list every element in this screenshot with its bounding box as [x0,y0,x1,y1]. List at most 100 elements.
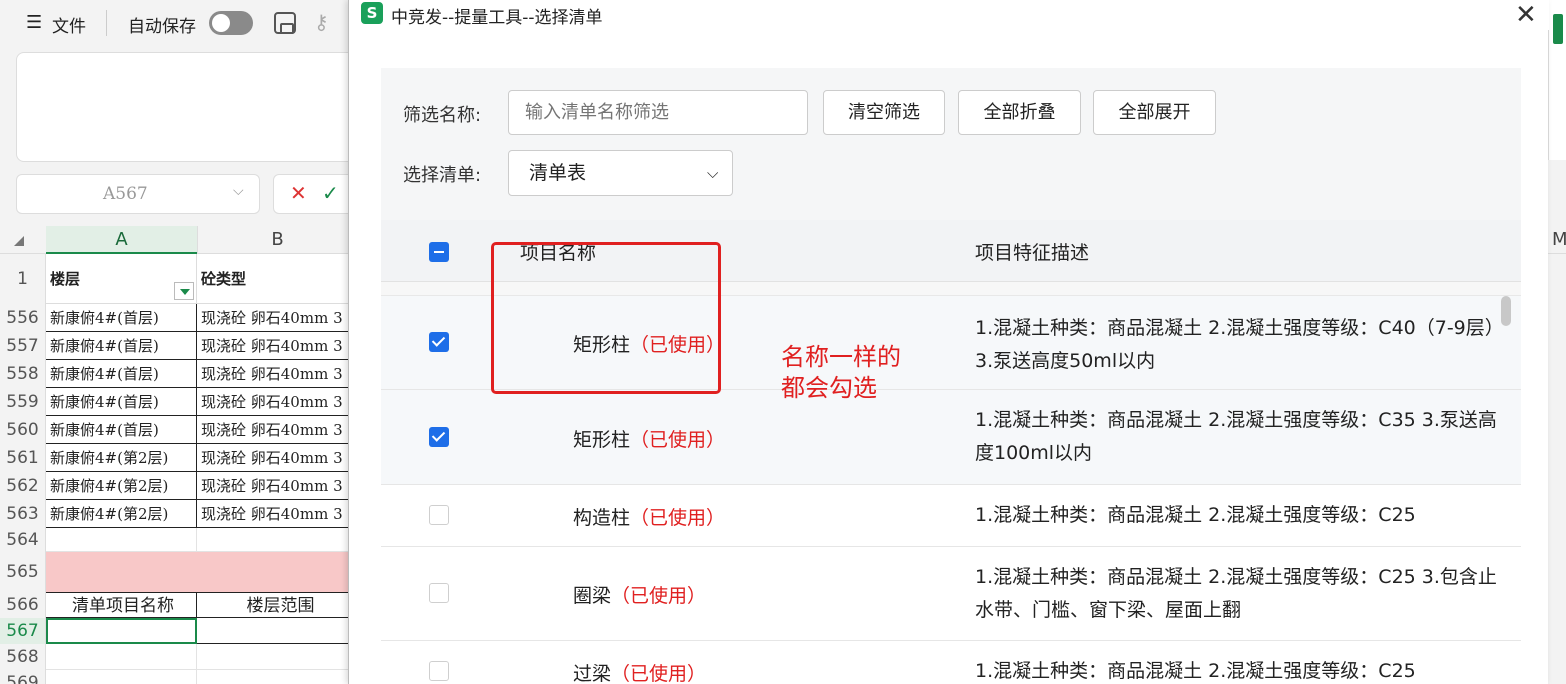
row-number[interactable]: 567 [0,618,46,644]
cell[interactable]: 现浇砼 卵石40mm 3 [197,472,360,500]
cell[interactable] [46,670,197,684]
row-number[interactable]: 564 [0,528,46,552]
list-select[interactable]: 清单表 ⌵ [508,150,733,196]
autosave-toggle[interactable] [209,11,253,35]
item-description: 1.混凝土种类：商品混凝土 2.混凝土强度等级：C35 3.泵送高度100ml以… [975,409,1497,464]
item-name: 圈梁（已使用） [573,585,707,607]
row-number[interactable]: 565 [0,552,46,592]
row-number[interactable]: 560 [0,416,46,444]
cell[interactable] [46,644,197,670]
cell[interactable]: 砼类型 [197,254,360,304]
select-all-checkbox[interactable] [429,242,449,262]
cell[interactable]: 清单项目名称 [46,592,197,618]
cell[interactable] [197,618,360,644]
table-row: 556 新康俯4#(首层) 现浇砼 卵石40mm 3 [0,304,360,332]
cell[interactable] [197,528,360,552]
scrollbar-thumb[interactable] [1501,296,1511,326]
clear-filter-button[interactable]: 清空筛选 [823,90,945,135]
cell[interactable]: 新康俯4#(第2层) [46,500,197,528]
app-icon: S [361,2,383,24]
annotation-highlight-box [491,242,721,394]
table-row[interactable]: 构造柱（已使用） 1.混凝土种类：商品混凝土 2.混凝土强度等级：C25 [381,485,1521,547]
chevron-down-icon[interactable]: ⌵ [233,183,244,199]
table-row: 563 新康俯4#(第2层) 现浇砼 卵石40mm 3 [0,500,360,528]
used-tag: （已使用） [630,429,726,451]
cell[interactable]: 现浇砼 卵石40mm 3 [197,416,360,444]
cell[interactable] [46,528,197,552]
row-checkbox[interactable] [429,332,449,352]
table-row[interactable]: 矩形柱（已使用） 1.混凝土种类：商品混凝土 2.混凝土强度等级：C35 3.泵… [381,390,1521,485]
row-number[interactable]: 1 [0,254,46,304]
row-checkbox[interactable] [429,505,449,525]
row-number[interactable]: 569 [0,670,46,684]
cancel-icon[interactable]: ✕ [290,181,307,205]
used-tag: （已使用） [611,663,707,684]
row-checkbox[interactable] [429,427,449,447]
confirm-icon[interactable]: ✓ [322,181,339,205]
table-row: 557 新康俯4#(首层) 现浇砼 卵石40mm 3 [0,332,360,360]
cell[interactable]: 现浇砼 卵石40mm 3 [197,444,360,472]
table-row: 562 新康俯4#(第2层) 现浇砼 卵石40mm 3 [0,472,360,500]
row-number[interactable]: 568 [0,644,46,670]
table-row: 564 [0,528,360,552]
chevron-down-icon: ⌵ [707,164,719,182]
item-description: 1.混凝土种类：商品混凝土 2.混凝土强度等级：C40（7-9层） 3.泵送高度… [975,317,1504,372]
select-label: 选择清单: [403,165,482,186]
table-row: 560 新康俯4#(首层) 现浇砼 卵石40mm 3 [0,416,360,444]
menu-icon[interactable]: ☰ [26,12,42,33]
filter-input[interactable] [508,90,808,135]
file-menu[interactable]: 文件 [52,12,86,37]
row-number[interactable]: 559 [0,388,46,416]
row-number[interactable]: 566 [0,592,46,618]
row-number[interactable]: 556 [0,304,46,332]
cell[interactable]: 新康俯4#(第2层) [46,472,197,500]
table-row: 568 [0,644,360,670]
row-checkbox[interactable] [429,583,449,603]
table-row: 569 [0,670,360,684]
item-description: 1.混凝土种类：商品混凝土 2.混凝土强度等级：C25 3.包含止水带、门槛、窗… [975,566,1497,621]
cell[interactable]: 新康俯4#(首层) [46,332,197,360]
close-icon[interactable]: ✕ [1515,0,1537,30]
cell[interactable]: 现浇砼 卵石40mm 3 [197,500,360,528]
name-box[interactable]: A567 ⌵ [16,174,260,214]
item-name: 构造柱（已使用） [573,507,726,529]
cell[interactable]: 新康俯4#(首层) [46,304,197,332]
table-row[interactable]: 圈梁（已使用） 1.混凝土种类：商品混凝土 2.混凝土强度等级：C25 3.包含… [381,547,1521,641]
sheet-icon[interactable] [1553,14,1563,44]
cell[interactable]: 现浇砼 卵石40mm 3 [197,304,360,332]
row-number[interactable]: 561 [0,444,46,472]
table-row[interactable]: 过梁（已使用） 1.混凝土种类：商品混凝土 2.混凝土强度等级：C25 [381,641,1521,684]
row-number[interactable]: 558 [0,360,46,388]
save-icon[interactable] [274,12,296,34]
collapse-all-button[interactable]: 全部折叠 [958,90,1081,135]
select-all-corner[interactable] [14,236,24,246]
expand-all-button[interactable]: 全部展开 [1093,90,1216,135]
column-header-b[interactable]: B [197,226,357,254]
cell[interactable]: 新康俯4#(首层) [46,360,197,388]
row-number[interactable]: 563 [0,500,46,528]
cell[interactable]: 新康俯4#(首层) [46,388,197,416]
formula-editor[interactable] [16,52,356,162]
cell[interactable] [197,670,360,684]
cell[interactable]: 现浇砼 卵石40mm 3 [197,388,360,416]
column-header-m[interactable]: M [1552,226,1566,254]
cell[interactable]: 楼层范围 [197,592,360,618]
toggle-knob [212,14,230,32]
item-description: 1.混凝土种类：商品混凝土 2.混凝土强度等级：C25 [975,504,1416,526]
filter-dropdown-icon[interactable] [174,282,194,300]
cell[interactable]: 现浇砼 卵石40mm 3 [197,360,360,388]
row-checkbox[interactable] [429,661,449,681]
row-number[interactable]: 557 [0,332,46,360]
key-icon[interactable]: ⚷ [314,10,329,34]
column-header-a[interactable]: A [46,226,197,254]
cell[interactable]: 新康俯4#(第2层) [46,444,197,472]
row-number[interactable]: 562 [0,472,46,500]
cell[interactable]: 新康俯4#(首层) [46,416,197,444]
cell[interactable] [197,644,360,670]
highlighted-cell[interactable] [197,552,360,592]
cell[interactable]: 现浇砼 卵石40mm 3 [197,332,360,360]
active-cell[interactable] [46,618,197,644]
highlighted-cell[interactable] [46,552,197,592]
divider [106,10,107,36]
table-row: 558 新康俯4#(首层) 现浇砼 卵石40mm 3 [0,360,360,388]
